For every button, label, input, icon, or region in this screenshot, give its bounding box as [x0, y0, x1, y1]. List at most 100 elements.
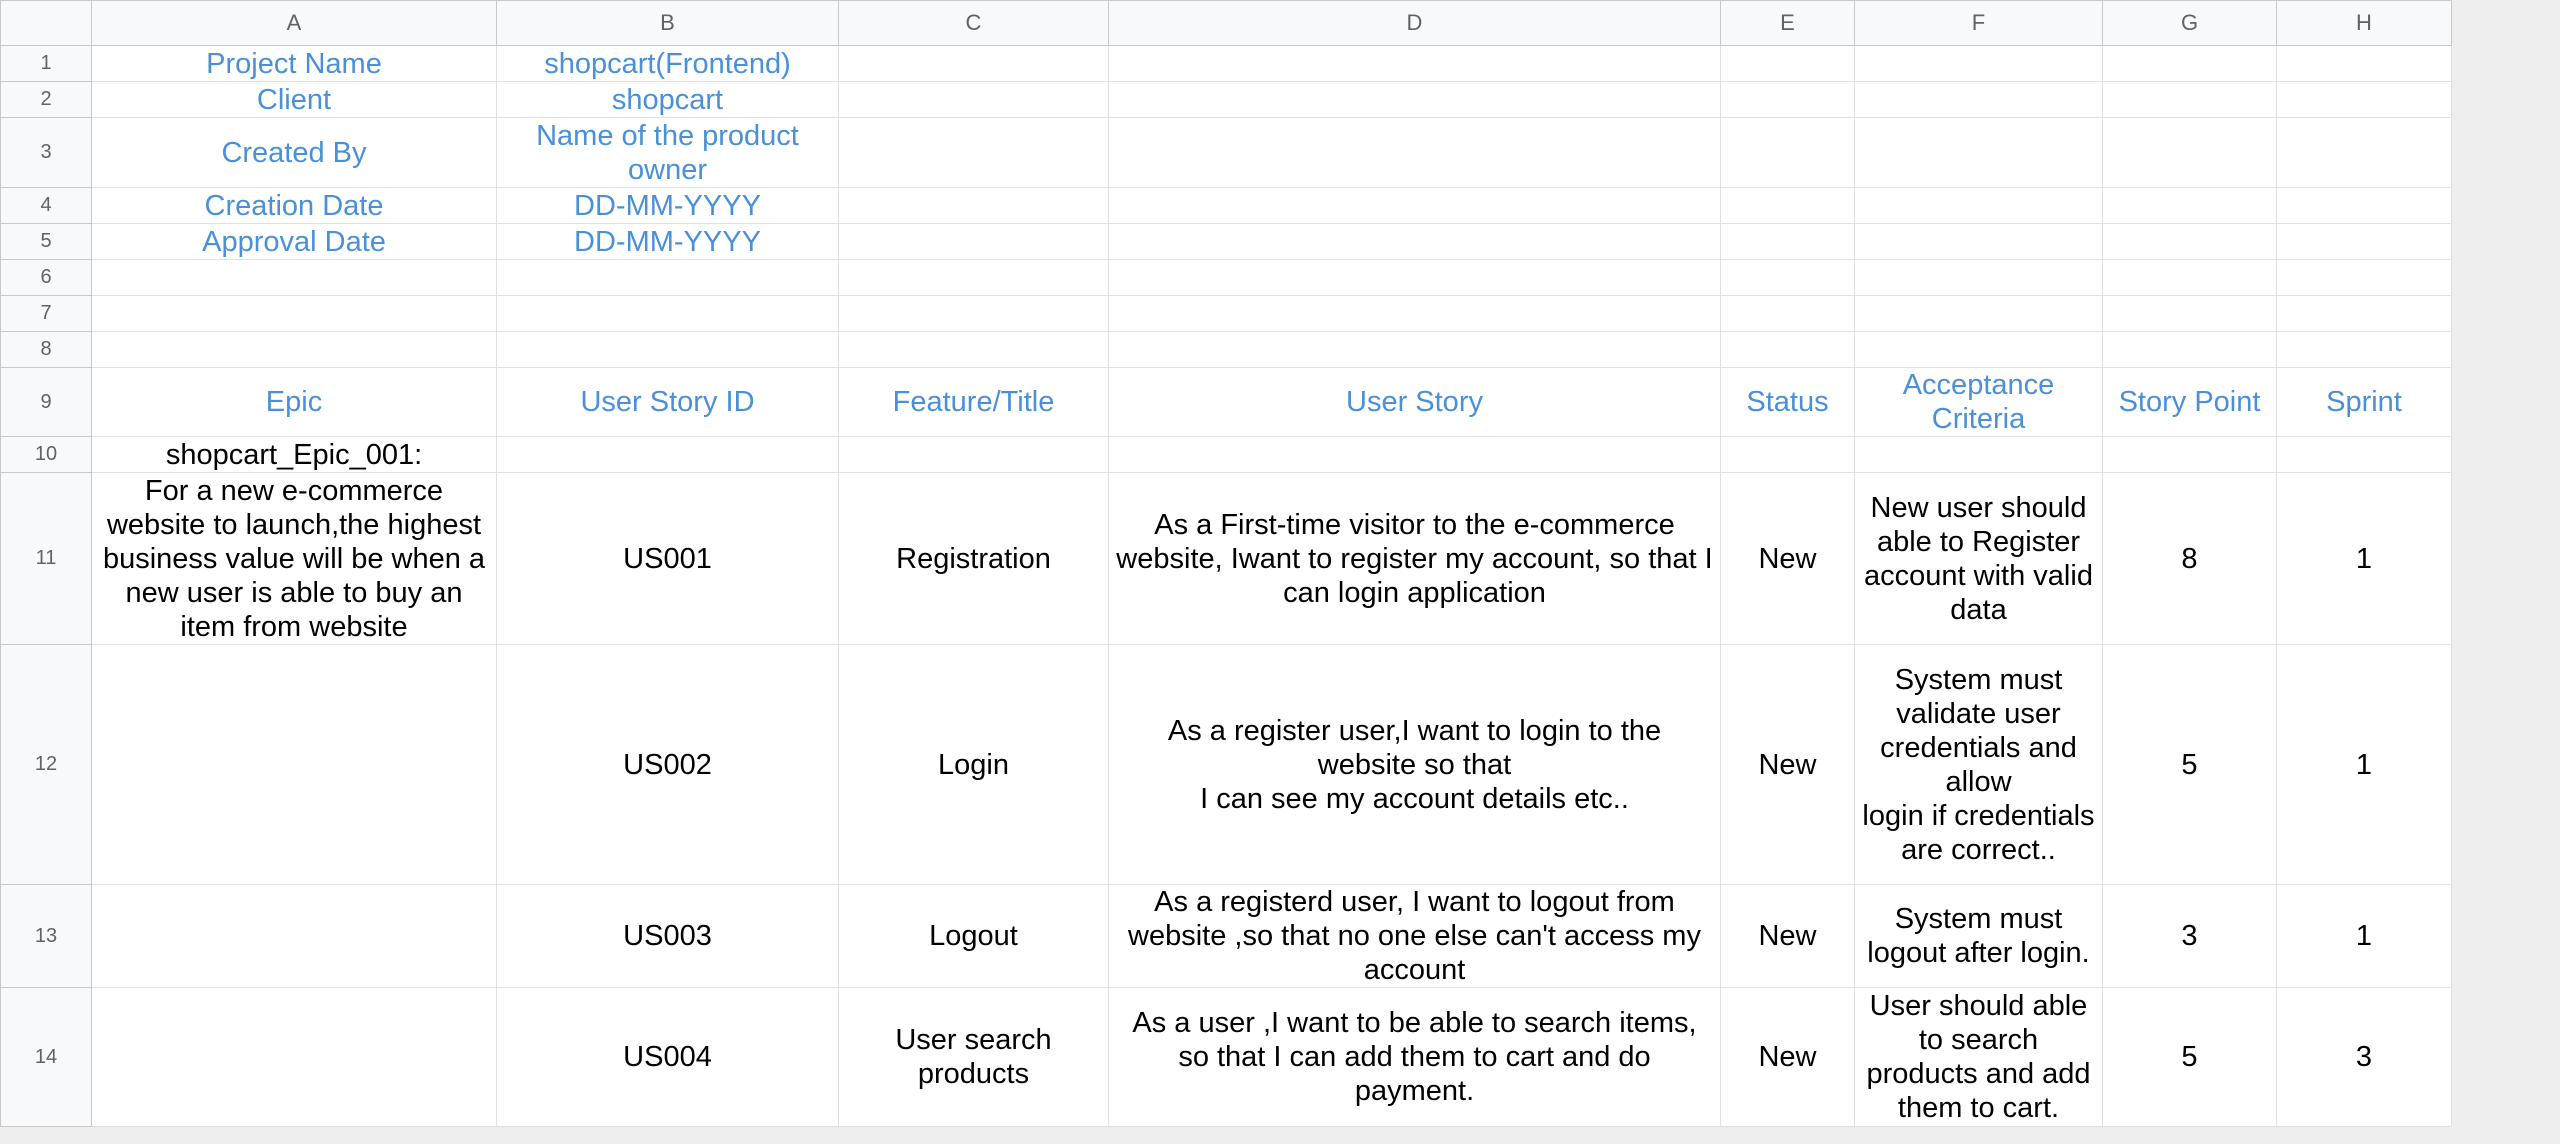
feature-title-header-cell[interactable]: Feature/Title [838, 367, 1109, 437]
empty-cell[interactable] [2102, 117, 2277, 188]
select-all-corner[interactable] [0, 0, 92, 46]
story-sprint-cell[interactable]: 3 [2276, 987, 2452, 1127]
empty-cell[interactable] [2102, 259, 2277, 296]
story-points-cell[interactable]: 3 [2102, 884, 2277, 988]
story-sprint-cell[interactable]: 1 [2276, 644, 2452, 885]
empty-cell[interactable] [1108, 117, 1721, 188]
story-status-cell[interactable]: New [1720, 472, 1855, 645]
sprint-header-cell[interactable]: Sprint [2276, 367, 2452, 437]
row-header[interactable]: 9 [0, 367, 92, 437]
empty-cell[interactable] [1720, 436, 1855, 473]
story-text-cell[interactable]: As a First-time visitor to the e-commerc… [1108, 472, 1721, 645]
empty-cell[interactable] [2276, 45, 2452, 82]
approval-date-label-cell[interactable]: Approval Date [91, 223, 497, 260]
empty-cell[interactable] [496, 295, 839, 332]
story-id-cell[interactable]: US002 [496, 644, 839, 885]
story-text-cell[interactable]: As a user ,I want to be able to search i… [1108, 987, 1721, 1127]
story-acceptance-cell[interactable]: System must validate user credentials an… [1854, 644, 2103, 885]
creation-date-value-cell[interactable]: DD-MM-YYYY [496, 187, 839, 224]
story-points-cell[interactable]: 5 [2102, 644, 2277, 885]
story-sprint-cell[interactable]: 1 [2276, 884, 2452, 988]
empty-cell[interactable] [1854, 223, 2103, 260]
epic-description-cell[interactable]: For a new e-commerce website to launch,t… [91, 472, 497, 645]
story-status-cell[interactable]: New [1720, 884, 1855, 988]
empty-cell[interactable] [838, 117, 1109, 188]
column-header-a[interactable]: A [91, 0, 497, 46]
story-text-cell[interactable]: As a register user,I want to login to th… [1108, 644, 1721, 885]
row-header[interactable]: 4 [0, 187, 92, 224]
empty-cell[interactable] [496, 259, 839, 296]
project-name-label-cell[interactable]: Project Name [91, 45, 497, 82]
story-points-cell[interactable]: 5 [2102, 987, 2277, 1127]
story-sprint-cell[interactable]: 1 [2276, 472, 2452, 645]
column-header-h[interactable]: H [2276, 0, 2452, 46]
empty-cell[interactable] [91, 884, 497, 988]
empty-cell[interactable] [1108, 187, 1721, 224]
empty-cell[interactable] [2276, 259, 2452, 296]
empty-cell[interactable] [1108, 223, 1721, 260]
column-header-g[interactable]: G [2102, 0, 2277, 46]
story-title-cell[interactable]: Logout [838, 884, 1109, 988]
empty-cell[interactable] [1108, 295, 1721, 332]
empty-cell[interactable] [2102, 331, 2277, 368]
story-title-cell[interactable]: Registration [838, 472, 1109, 645]
empty-cell[interactable] [496, 436, 839, 473]
story-text-cell[interactable]: As a registerd user, I want to logout fr… [1108, 884, 1721, 988]
column-header-c[interactable]: C [838, 0, 1109, 46]
empty-cell[interactable] [496, 331, 839, 368]
empty-cell[interactable] [1108, 331, 1721, 368]
row-header[interactable]: 8 [0, 331, 92, 368]
empty-cell[interactable] [91, 259, 497, 296]
empty-cell[interactable] [1108, 45, 1721, 82]
row-header[interactable]: 3 [0, 117, 92, 188]
empty-cell[interactable] [2102, 81, 2277, 118]
empty-cell[interactable] [1108, 436, 1721, 473]
story-acceptance-cell[interactable]: User should able to search products and … [1854, 987, 2103, 1127]
empty-cell[interactable] [1854, 331, 2103, 368]
story-status-cell[interactable]: New [1720, 644, 1855, 885]
story-title-cell[interactable]: Login [838, 644, 1109, 885]
empty-cell[interactable] [2102, 223, 2277, 260]
status-header-cell[interactable]: Status [1720, 367, 1855, 437]
empty-cell[interactable] [1720, 45, 1855, 82]
row-header[interactable]: 12 [0, 644, 92, 885]
empty-cell[interactable] [2276, 223, 2452, 260]
empty-cell[interactable] [838, 223, 1109, 260]
empty-cell[interactable] [91, 987, 497, 1127]
empty-cell[interactable] [2276, 295, 2452, 332]
created-by-value-cell[interactable]: Name of the product owner [496, 117, 839, 188]
user-story-header-cell[interactable]: User Story [1108, 367, 1721, 437]
row-header[interactable]: 14 [0, 987, 92, 1127]
column-header-b[interactable]: B [496, 0, 839, 46]
empty-cell[interactable] [838, 331, 1109, 368]
empty-cell[interactable] [838, 436, 1109, 473]
row-header[interactable]: 10 [0, 436, 92, 473]
row-header[interactable]: 1 [0, 45, 92, 82]
story-acceptance-cell[interactable]: New user should able to Register account… [1854, 472, 2103, 645]
row-header[interactable]: 2 [0, 81, 92, 118]
story-status-cell[interactable]: New [1720, 987, 1855, 1127]
story-id-cell[interactable]: US004 [496, 987, 839, 1127]
client-value-cell[interactable]: shopcart [496, 81, 839, 118]
empty-cell[interactable] [838, 81, 1109, 118]
empty-cell[interactable] [838, 45, 1109, 82]
empty-cell[interactable] [1854, 117, 2103, 188]
row-header[interactable]: 6 [0, 259, 92, 296]
approval-date-value-cell[interactable]: DD-MM-YYYY [496, 223, 839, 260]
empty-cell[interactable] [838, 295, 1109, 332]
empty-cell[interactable] [1854, 187, 2103, 224]
empty-cell[interactable] [838, 259, 1109, 296]
empty-cell[interactable] [1108, 81, 1721, 118]
empty-cell[interactable] [2276, 436, 2452, 473]
story-point-header-cell[interactable]: Story Point [2102, 367, 2277, 437]
empty-cell[interactable] [1854, 259, 2103, 296]
column-header-e[interactable]: E [1720, 0, 1855, 46]
empty-cell[interactable] [1720, 117, 1855, 188]
empty-cell[interactable] [1720, 187, 1855, 224]
empty-cell[interactable] [1720, 259, 1855, 296]
row-header[interactable]: 5 [0, 223, 92, 260]
row-header[interactable]: 7 [0, 295, 92, 332]
column-header-f[interactable]: F [1854, 0, 2103, 46]
empty-cell[interactable] [1854, 45, 2103, 82]
story-id-cell[interactable]: US001 [496, 472, 839, 645]
